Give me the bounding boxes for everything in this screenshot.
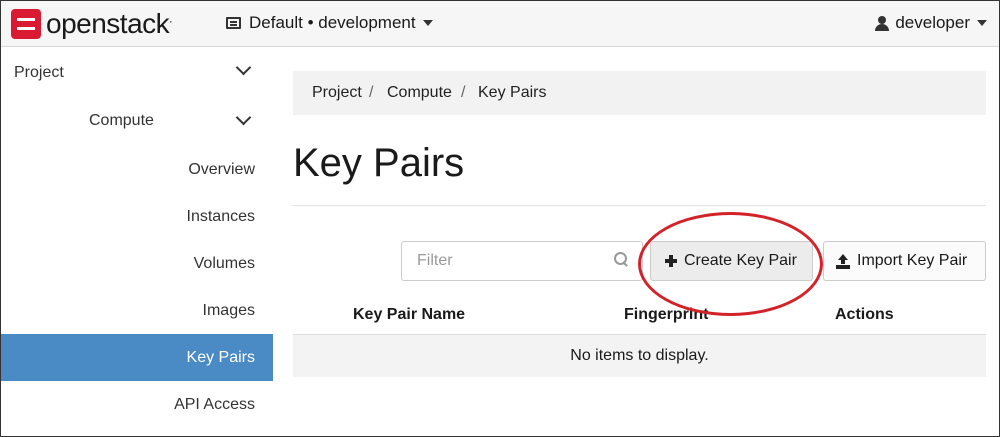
column-header-key-pair-name[interactable]: Key Pair Name: [353, 306, 465, 324]
chevron-down-icon: [235, 109, 252, 126]
sidebar-item-key-pairs[interactable]: Key Pairs: [1, 334, 273, 381]
project-selector-label: Default • development: [249, 13, 416, 32]
sidebar-section-label: Project: [14, 64, 64, 81]
sidebar: Project Compute Overview Instances Volum…: [1, 48, 273, 436]
sidebar-item-api-access[interactable]: API Access: [1, 381, 273, 428]
sidebar-item-label: API Access: [174, 396, 255, 413]
plus-icon: [665, 255, 677, 267]
caret-down-icon: [422, 20, 433, 26]
import-key-pair-label: Import Key Pair: [857, 252, 968, 269]
sidebar-item-images[interactable]: Images: [1, 287, 273, 334]
brand-name: openstack.: [46, 8, 172, 39]
column-header-actions: Actions: [835, 306, 894, 323]
openstack-logo[interactable]: openstack.: [11, 7, 172, 41]
chevron-down-icon: [235, 59, 252, 76]
user-menu[interactable]: developer: [875, 13, 987, 33]
breadcrumb-current: Key Pairs: [478, 84, 547, 101]
openstack-logo-icon: [11, 9, 41, 39]
sidebar-item-label: Key Pairs: [186, 349, 255, 366]
search-icon[interactable]: [614, 252, 628, 266]
create-key-pair-label: Create Key Pair: [684, 252, 797, 269]
sidebar-section-compute[interactable]: Compute: [1, 97, 273, 144]
filter-input[interactable]: [402, 242, 602, 280]
sidebar-item-label: Volumes: [193, 255, 255, 272]
create-key-pair-button[interactable]: Create Key Pair: [650, 241, 813, 281]
table-empty-row: No items to display.: [293, 335, 986, 377]
sidebar-item-instances[interactable]: Instances: [1, 193, 273, 240]
table-header: Key Pair Name Fingerprint Actions: [293, 295, 986, 335]
sidebar-item-overview[interactable]: Overview: [1, 146, 273, 193]
breadcrumb-separator: /: [369, 84, 374, 101]
column-header-fingerprint[interactable]: Fingerprint: [624, 306, 708, 324]
project-selector[interactable]: Default • development: [226, 13, 433, 33]
page-title: Key Pairs: [293, 141, 465, 185]
upload-icon: [836, 253, 850, 269]
breadcrumb-separator: /: [461, 84, 466, 101]
title-divider: [293, 205, 986, 206]
top-navbar: openstack. Default • development develop…: [1, 1, 999, 47]
breadcrumb-project[interactable]: Project: [312, 84, 362, 102]
sidebar-section-project[interactable]: Project: [1, 48, 273, 95]
sidebar-section-label: Compute: [89, 112, 154, 129]
sidebar-item-label: Instances: [186, 208, 255, 225]
sidebar-item-label: Images: [202, 302, 255, 319]
breadcrumb: Project / Compute / Key Pairs: [293, 71, 986, 115]
empty-message: No items to display.: [570, 347, 709, 364]
sidebar-item-volumes[interactable]: Volumes: [1, 240, 273, 287]
monitor-icon: [226, 17, 241, 29]
user-name: developer: [895, 13, 970, 32]
filter-field: [401, 241, 643, 281]
app-window: openstack. Default • development develop…: [0, 0, 1000, 437]
import-key-pair-button[interactable]: Import Key Pair: [823, 241, 986, 281]
breadcrumb-compute[interactable]: Compute: [387, 84, 452, 102]
key-pairs-table: Key Pair Name Fingerprint Actions No ite…: [293, 295, 986, 377]
user-icon: [875, 15, 890, 31]
sidebar-item-label: Overview: [188, 161, 255, 178]
caret-down-icon: [977, 20, 987, 26]
